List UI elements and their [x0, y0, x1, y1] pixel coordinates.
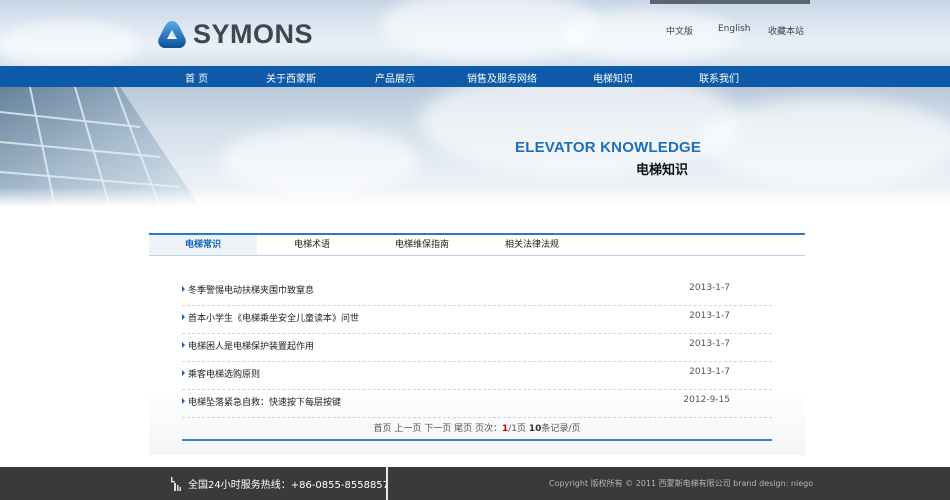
footer-divider [386, 467, 388, 500]
main-nav: 首 页 关于西蒙斯 产品展示 销售及服务网络 电梯知识 联系我们 [0, 66, 950, 87]
brand-name: SYMONS [193, 19, 314, 49]
header: SYMONS 中文版 English 收藏本站 [0, 0, 950, 66]
banner-title-en: ELEVATOR KNOWLEDGE [515, 139, 702, 156]
pager-links[interactable]: 首页 上一页 下一页 尾页 页次： [374, 424, 502, 434]
banner: ELEVATOR KNOWLEDGE 电梯知识 [0, 87, 950, 207]
article-date: 2013-1-7 [689, 367, 730, 377]
banner-cloud [700, 97, 950, 187]
banner-cloud [420, 87, 740, 177]
list-bottom-border [182, 439, 772, 441]
article-date: 2013-1-7 [689, 311, 730, 321]
article-title[interactable]: 首本小学生《电梯乘坐安全儿童读本》问世 [188, 311, 359, 324]
header-cloud [560, 10, 740, 60]
header-cloud [0, 20, 140, 66]
bullet-arrow-icon [182, 342, 185, 348]
pager-per-page-suffix: 条记录/页 [541, 424, 581, 434]
article-date: 2012-9-15 [683, 395, 730, 405]
pagination: 首页 上一页 下一页 尾页 页次：1/1页 10条记录/页 [149, 421, 805, 434]
bullet-arrow-icon [182, 314, 185, 320]
list-item[interactable]: 首本小学生《电梯乘坐安全儿童读本》问世 2013-1-7 [182, 306, 772, 334]
tab-maintenance-guide[interactable]: 电梯维保指南 [377, 235, 467, 255]
category-tabs: 电梯常识 电梯术语 电梯维保指南 相关法律法规 [149, 235, 805, 256]
logo-mark-icon [158, 20, 186, 48]
bullet-arrow-icon [182, 370, 185, 376]
article-title[interactable]: 冬季警惕电动扶梯夹围巾致窒息 [188, 283, 314, 296]
footer: 全国24小时服务热线：+86-0855-8558857 Copyright 版权… [0, 467, 950, 500]
tab-elevator-terms[interactable]: 电梯术语 [267, 235, 357, 255]
article-list: 冬季警惕电动扶梯夹围巾致窒息 2013-1-7 首本小学生《电梯乘坐安全儿童读本… [182, 278, 772, 418]
nav-item-home[interactable]: 首 页 [185, 70, 208, 85]
toplink-bookmark[interactable]: 收藏本站 [768, 24, 804, 37]
toplink-english[interactable]: English [718, 24, 751, 34]
phone-icon [171, 476, 181, 491]
hotline-text: 全国24小时服务热线：+86-0855-8558857 [188, 480, 390, 491]
pager-per-page: 10 [528, 424, 542, 434]
content-panel: 电梯常识 电梯术语 电梯维保指南 相关法律法规 冬季警惕电动扶梯夹围巾致窒息 2… [149, 233, 805, 455]
nav-item-contact[interactable]: 联系我们 [699, 70, 739, 85]
article-title[interactable]: 电梯坠落紧急自救：快速按下每层按键 [188, 395, 341, 408]
list-item[interactable]: 电梯坠落紧急自救：快速按下每层按键 2012-9-15 [182, 390, 772, 418]
article-date: 2013-1-7 [689, 283, 730, 293]
list-item[interactable]: 乘客电梯选购原则 2013-1-7 [182, 362, 772, 390]
article-title[interactable]: 电梯困人是电梯保护装置起作用 [188, 339, 314, 352]
logo[interactable]: SYMONS [157, 19, 313, 50]
nav-item-products[interactable]: 产品展示 [375, 70, 415, 85]
toplink-chinese[interactable]: 中文版 [666, 24, 693, 37]
list-item[interactable]: 冬季警惕电动扶梯夹围巾致窒息 2013-1-7 [182, 278, 772, 306]
list-item[interactable]: 电梯困人是电梯保护装置起作用 2013-1-7 [182, 334, 772, 362]
hotline: 全国24小时服务热线：+86-0855-8558857 [170, 476, 389, 491]
banner-title-zh: 电梯知识 [636, 163, 689, 178]
top-utility-bar [650, 0, 810, 4]
nav-item-about[interactable]: 关于西蒙斯 [266, 70, 316, 85]
nav-item-knowledge[interactable]: 电梯知识 [593, 70, 633, 85]
copyright: Copyright 版权所有 © 2011 西蒙斯电梯有限公司 brand de… [549, 479, 814, 488]
article-title[interactable]: 乘客电梯选购原则 [188, 367, 260, 380]
article-date: 2013-1-7 [689, 339, 730, 349]
tab-elevator-basics[interactable]: 电梯常识 [149, 235, 257, 255]
tab-regulations[interactable]: 相关法律法规 [487, 235, 577, 255]
bullet-arrow-icon [182, 398, 185, 404]
pager-total-pages: /1页 [508, 424, 527, 434]
banner-fade [0, 187, 950, 207]
bullet-arrow-icon [182, 286, 185, 292]
nav-item-sales-network[interactable]: 销售及服务网络 [467, 70, 537, 85]
